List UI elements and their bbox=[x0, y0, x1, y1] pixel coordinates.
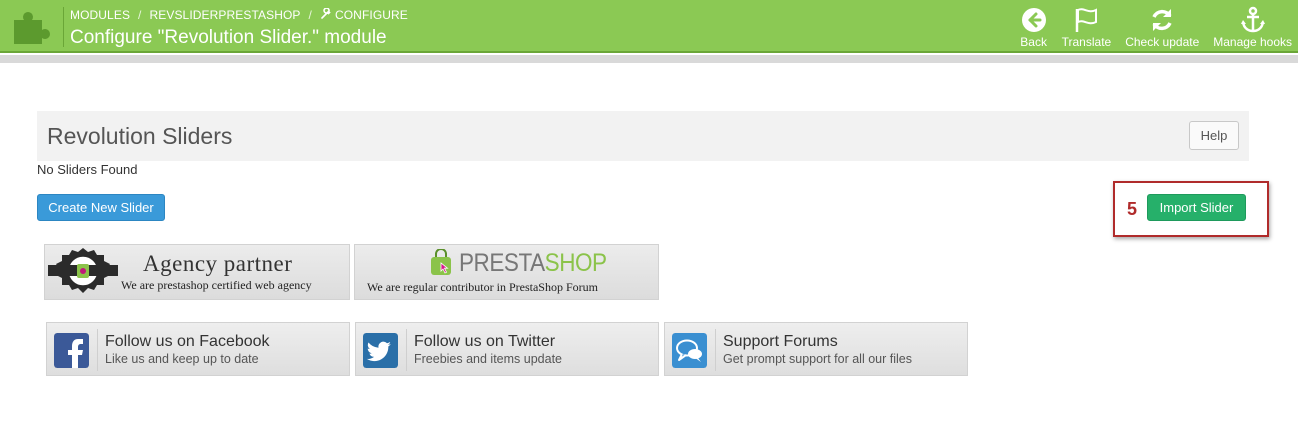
puzzle-logo-icon bbox=[14, 11, 50, 44]
facebook-icon bbox=[54, 333, 89, 368]
top-bar: MODULES / REVSLIDERPRESTASHOP / CONFIGURE Co… bbox=[0, 0, 1298, 53]
twitter-divider bbox=[406, 329, 407, 371]
back-button[interactable]: Back bbox=[1020, 6, 1048, 49]
support-divider bbox=[715, 329, 716, 371]
twitter-banner[interactable]: Follow us on Twitter Freebies and items … bbox=[355, 322, 659, 376]
manage-hooks-label: Manage hooks bbox=[1213, 35, 1292, 49]
header-toolbar: Back Translate Check update Manage hooks bbox=[1006, 6, 1292, 49]
page-title: Configure "Revolution Slider." module bbox=[70, 27, 387, 48]
wrench-icon bbox=[321, 8, 331, 19]
back-label: Back bbox=[1020, 35, 1047, 49]
facebook-subtitle: Like us and keep up to date bbox=[105, 352, 259, 366]
prestashop-banner[interactable]: PRESTASHOP We are regular contributor in… bbox=[354, 244, 659, 300]
translate-label: Translate bbox=[1061, 35, 1112, 49]
empty-state-text: No Sliders Found bbox=[37, 162, 138, 177]
agency-subtitle: We are prestashop certified web agency bbox=[121, 278, 312, 292]
panel-heading: Revolution Sliders Help bbox=[37, 111, 1249, 161]
manage-hooks-button[interactable]: Manage hooks bbox=[1213, 6, 1292, 49]
translate-button[interactable]: Translate bbox=[1061, 6, 1112, 49]
create-new-slider-button[interactable]: Create New Slider bbox=[37, 194, 165, 221]
header-shadow bbox=[0, 55, 1298, 63]
twitter-title: Follow us on Twitter bbox=[414, 333, 556, 350]
twitter-icon bbox=[363, 333, 398, 368]
check-update-button[interactable]: Check update bbox=[1125, 6, 1199, 49]
support-title: Support Forums bbox=[723, 333, 838, 350]
check-update-label: Check update bbox=[1125, 35, 1200, 49]
twitter-subtitle: Freebies and items update bbox=[414, 352, 563, 366]
agency-title: Agency partner bbox=[143, 251, 293, 276]
prestashop-wordmark-b: SHOP bbox=[544, 249, 607, 277]
anchor-icon bbox=[1240, 6, 1265, 33]
step-number: 5 bbox=[1127, 199, 1138, 219]
support-forums-banner[interactable]: Support Forums Get prompt support for al… bbox=[664, 322, 968, 376]
import-slider-button[interactable]: Import Slider bbox=[1147, 194, 1246, 221]
prestashop-wordmark-a: PRESTA bbox=[459, 249, 545, 277]
breadcrumb-module-name[interactable]: REVSLIDERPRESTASHOP bbox=[149, 8, 300, 22]
breadcrumb: MODULES / REVSLIDERPRESTASHOP / CONFIGURE bbox=[70, 8, 408, 22]
agency-partner-banner[interactable]: Agency partner We are prestashop certifi… bbox=[44, 244, 350, 300]
arrow-left-circle-icon bbox=[1021, 8, 1046, 32]
logo-divider bbox=[63, 7, 64, 47]
support-subtitle: Get prompt support for all our files bbox=[723, 352, 912, 366]
facebook-banner[interactable]: Follow us on Facebook Like us and keep u… bbox=[46, 322, 350, 376]
facebook-divider bbox=[97, 329, 98, 371]
breadcrumb-configure: CONFIGURE bbox=[334, 8, 408, 22]
breadcrumb-modules[interactable]: MODULES bbox=[70, 8, 130, 22]
facebook-title: Follow us on Facebook bbox=[105, 333, 270, 350]
shopping-bag-icon bbox=[431, 249, 451, 275]
prestashop-subtitle: We are regular contributor in PrestaShop… bbox=[367, 280, 598, 294]
refresh-icon bbox=[1152, 9, 1172, 31]
prestashop-wordmark: PRESTASHOP bbox=[459, 249, 607, 278]
certified-badge-icon bbox=[48, 248, 118, 293]
help-button[interactable]: Help bbox=[1189, 121, 1239, 150]
panel-title: Revolution Sliders bbox=[47, 123, 233, 149]
flag-icon bbox=[1076, 8, 1098, 32]
chat-bubbles-icon bbox=[672, 333, 707, 368]
